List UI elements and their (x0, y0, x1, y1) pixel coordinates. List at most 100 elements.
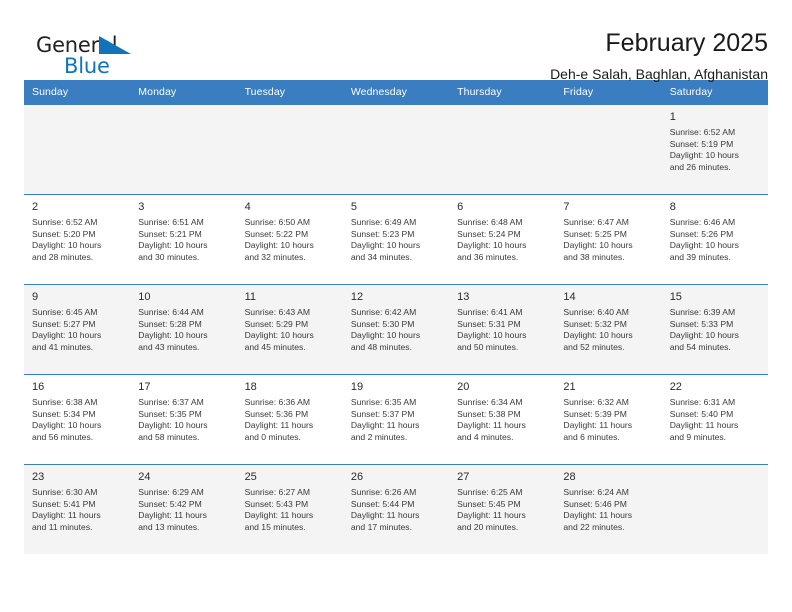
calendar-day-cell[interactable]: 8 Sunrise: 6:46 AM Sunset: 5:26 PM Daylight… (661, 194, 768, 285)
calendar-day-cell[interactable]: 9 Sunrise: 6:45 AM Sunset: 5:27 PM Daylight… (24, 284, 131, 375)
title-block: February 2025 Deh-e Salah, Baghlan, Afgh… (144, 28, 768, 84)
calendar-day-cell[interactable]: 16 Sunrise: 6:38 AM Sunset: 5:34 PM Dayligh… (24, 374, 131, 465)
day-info-daylight-line2: and 38 minutes. (563, 251, 625, 262)
day-info-daylight-line1: Daylight: 10 hours (350, 240, 421, 251)
day-info-daylight-line2: and 58 minutes. (138, 431, 200, 442)
page-header: General Blue February 2025 Deh-e Salah, … (24, 0, 768, 82)
calendar-day-cell[interactable]: 17 Sunrise: 6:37 AM Sunset: 5:35 PM Dayligh… (130, 374, 237, 465)
day-info-daylight-line2: and 11 minutes. (32, 521, 93, 532)
calendar-day-cell[interactable]: 27 Sunrise: 6:25 AM Sunset: 5:45 PM Dayligh… (449, 464, 556, 554)
day-info-sunrise: Sunrise: 6:27 AM (244, 487, 311, 497)
calendar-week-row: 9 Sunrise: 6:45 AM Sunset: 5:27 PM Daylight… (24, 284, 768, 375)
calendar-day-cell[interactable]: 4 Sunrise: 6:50 AM Sunset: 5:22 PM Daylight… (236, 194, 343, 285)
calendar-day-cell[interactable]: 7 Sunrise: 6:47 AM Sunset: 5:25 PM Daylight… (555, 194, 662, 285)
day-info-daylight-line2: and 26 minutes. (669, 161, 731, 172)
day-info-sunrise: Sunrise: 6:32 AM (563, 397, 629, 407)
day-sun-info: Sunrise: 6:39 AM Sunset: 5:33 PM Daylight:… (670, 307, 761, 353)
calendar-week-row: 2 Sunrise: 6:52 AM Sunset: 5:20 PM Daylight… (24, 194, 768, 285)
day-info-daylight-line1: Daylight: 11 hours (563, 510, 633, 521)
day-sun-info: Sunrise: 6:32 AM Sunset: 5:39 PM Daylight:… (563, 397, 654, 443)
day-info-daylight-line1: Daylight: 10 hours (457, 330, 527, 341)
day-info-sunset: Sunset: 5:27 PM (32, 318, 96, 329)
day-number: 22 (669, 381, 682, 393)
day-cell-content (449, 105, 555, 189)
calendar-day-cell[interactable]: 13 Sunrise: 6:41 AM Sunset: 5:31 PM Dayligh… (449, 284, 556, 375)
day-cell-content: 22 Sunrise: 6:31 AM Sunset: 5:40 PM Dayligh… (662, 375, 768, 459)
day-info-sunset: Sunset: 5:45 PM (457, 498, 521, 509)
day-info-sunset: Sunset: 5:29 PM (244, 318, 309, 329)
calendar-day-cell[interactable]: 20 Sunrise: 6:34 AM Sunset: 5:38 PM Dayligh… (449, 374, 556, 465)
day-info-daylight-line1: Daylight: 11 hours (563, 420, 633, 431)
day-info-daylight-line1: Daylight: 10 hours (138, 420, 208, 431)
calendar-day-cell[interactable]: 25 Sunrise: 6:27 AM Sunset: 5:43 PM Dayligh… (236, 464, 343, 554)
day-info-sunrise: Sunrise: 6:47 AM (563, 217, 629, 227)
calendar-day-cell[interactable]: 23 Sunrise: 6:30 AM Sunset: 5:41 PM Dayligh… (24, 464, 131, 554)
calendar-day-cell[interactable]: 15 Sunrise: 6:39 AM Sunset: 5:33 PM Dayligh… (661, 284, 768, 375)
day-cell-content: 1 Sunrise: 6:52 AM Sunset: 5:19 PM Daylight… (662, 105, 768, 189)
day-number: 4 (244, 201, 251, 213)
day-cell-content: 5 Sunrise: 6:49 AM Sunset: 5:23 PM Daylight… (343, 195, 449, 279)
day-cell-content (237, 105, 343, 189)
calendar-page: General Blue February 2025 Deh-e Salah, … (0, 0, 792, 612)
day-info-daylight-line2: and 39 minutes. (669, 251, 731, 262)
day-number: 17 (138, 381, 151, 393)
day-info-daylight-line1: Daylight: 10 hours (457, 240, 527, 251)
day-info-sunset: Sunset: 5:33 PM (669, 318, 734, 329)
general-blue-logo[interactable]: General Blue (24, 28, 144, 84)
calendar-day-cell[interactable]: 14 Sunrise: 6:40 AM Sunset: 5:32 PM Dayligh… (555, 284, 662, 375)
day-info-sunset: Sunset: 5:20 PM (32, 228, 96, 239)
day-sun-info: Sunrise: 6:35 AM Sunset: 5:37 PM Daylight:… (351, 397, 442, 443)
day-info-sunset: Sunset: 5:34 PM (32, 408, 96, 419)
calendar-day-cell[interactable]: 3 Sunrise: 6:51 AM Sunset: 5:21 PM Daylight… (130, 194, 237, 285)
day-number: 10 (138, 291, 151, 303)
calendar-empty-cell (342, 104, 450, 195)
calendar-day-cell[interactable]: 28 Sunrise: 6:24 AM Sunset: 5:46 PM Dayligh… (555, 464, 662, 554)
day-info-sunset: Sunset: 5:38 PM (457, 408, 521, 419)
day-sun-info: Sunrise: 6:45 AM Sunset: 5:27 PM Daylight:… (32, 307, 123, 353)
day-cell-content (555, 105, 661, 189)
day-info-daylight-line1: Daylight: 11 hours (457, 420, 526, 431)
day-info-sunrise: Sunrise: 6:52 AM (32, 217, 98, 227)
calendar-day-cell[interactable]: 5 Sunrise: 6:49 AM Sunset: 5:23 PM Daylight… (342, 194, 450, 285)
calendar-day-cell[interactable]: 2 Sunrise: 6:52 AM Sunset: 5:20 PM Daylight… (24, 194, 131, 285)
calendar-day-cell[interactable]: 12 Sunrise: 6:42 AM Sunset: 5:30 PM Dayligh… (342, 284, 450, 375)
day-info-daylight-line1: Daylight: 10 hours (350, 330, 421, 341)
calendar-day-cell[interactable]: 18 Sunrise: 6:36 AM Sunset: 5:36 PM Dayligh… (236, 374, 343, 465)
calendar-day-cell[interactable]: 22 Sunrise: 6:31 AM Sunset: 5:40 PM Dayligh… (661, 374, 768, 465)
day-cell-content: 2 Sunrise: 6:52 AM Sunset: 5:20 PM Daylight… (24, 195, 130, 279)
day-sun-info: Sunrise: 6:30 AM Sunset: 5:41 PM Daylight:… (32, 487, 123, 533)
calendar-day-cell[interactable]: 26 Sunrise: 6:26 AM Sunset: 5:44 PM Dayligh… (342, 464, 450, 554)
day-cell-content (24, 105, 130, 189)
calendar-day-cell[interactable]: 10 Sunrise: 6:44 AM Sunset: 5:28 PM Dayligh… (130, 284, 237, 375)
day-number: 25 (244, 471, 257, 483)
day-info-sunset: Sunset: 5:36 PM (244, 408, 309, 419)
calendar-day-cell[interactable]: 6 Sunrise: 6:48 AM Sunset: 5:24 PM Daylight… (449, 194, 556, 285)
day-info-daylight-line2: and 20 minutes. (457, 521, 519, 532)
day-number: 8 (669, 201, 676, 213)
day-info-sunrise: Sunrise: 6:42 AM (350, 307, 417, 317)
day-info-sunrise: Sunrise: 6:37 AM (138, 397, 204, 407)
calendar-day-cell[interactable]: 24 Sunrise: 6:29 AM Sunset: 5:42 PM Dayligh… (130, 464, 237, 554)
day-number: 20 (457, 381, 470, 393)
day-info-daylight-line1: Daylight: 11 hours (244, 420, 314, 431)
day-cell-content: 23 Sunrise: 6:30 AM Sunset: 5:41 PM Dayligh… (24, 465, 130, 549)
day-info-daylight-line1: Daylight: 11 hours (32, 510, 101, 521)
day-info-daylight-line1: Daylight: 11 hours (244, 510, 314, 521)
day-number: 15 (669, 291, 682, 303)
calendar-day-cell[interactable]: 19 Sunrise: 6:35 AM Sunset: 5:37 PM Dayligh… (342, 374, 450, 465)
calendar-day-cell[interactable]: 11 Sunrise: 6:43 AM Sunset: 5:29 PM Dayligh… (236, 284, 343, 375)
day-info-sunset: Sunset: 5:46 PM (563, 498, 627, 509)
day-number: 13 (457, 291, 470, 303)
day-info-daylight-line2: and 43 minutes. (138, 341, 200, 352)
day-info-sunset: Sunset: 5:44 PM (350, 498, 415, 509)
day-cell-content: 15 Sunrise: 6:39 AM Sunset: 5:33 PM Dayligh… (662, 285, 768, 369)
day-info-sunset: Sunset: 5:39 PM (563, 408, 627, 419)
day-sun-info: Sunrise: 6:41 AM Sunset: 5:31 PM Daylight:… (457, 307, 548, 353)
day-number: 27 (457, 471, 470, 483)
calendar-day-cell[interactable]: 1 Sunrise: 6:52 AM Sunset: 5:19 PM Daylight… (661, 104, 768, 195)
day-sun-info: Sunrise: 6:29 AM Sunset: 5:42 PM Daylight:… (138, 487, 229, 533)
day-cell-content: 28 Sunrise: 6:24 AM Sunset: 5:46 PM Dayligh… (555, 465, 661, 549)
calendar-day-cell[interactable]: 21 Sunrise: 6:32 AM Sunset: 5:39 PM Dayligh… (555, 374, 662, 465)
day-cell-content: 4 Sunrise: 6:50 AM Sunset: 5:22 PM Daylight… (237, 195, 343, 279)
day-cell-content: 13 Sunrise: 6:41 AM Sunset: 5:31 PM Dayligh… (449, 285, 555, 369)
